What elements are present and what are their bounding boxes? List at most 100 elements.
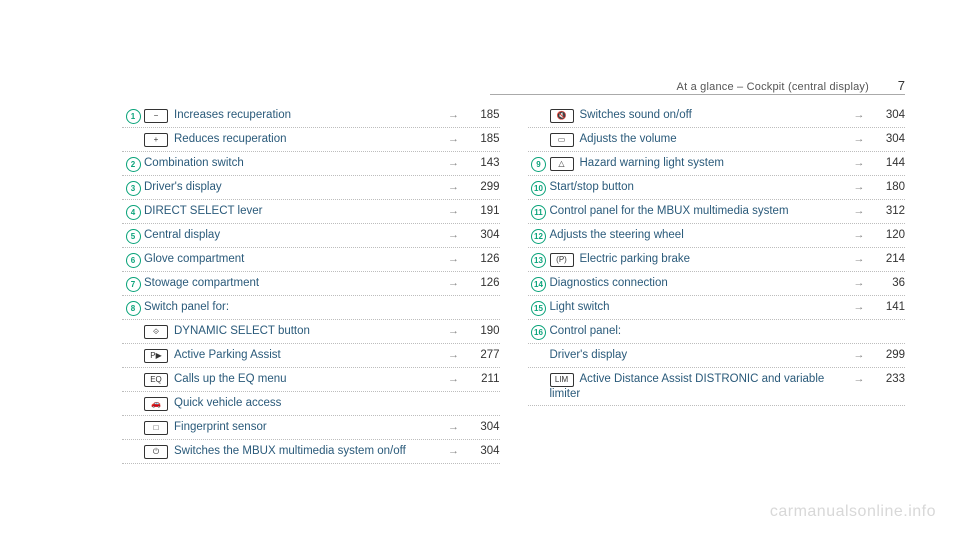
callout-number-badge: 3 (126, 181, 141, 196)
index-label: EQCalls up the EQ menu (144, 372, 444, 387)
header-rule (490, 94, 905, 95)
callout-number-cell (122, 324, 144, 325)
callout-number-cell: 8 (122, 300, 144, 316)
index-row: 10Start/stop button→180 (528, 176, 906, 200)
index-label-text: Diagnostics connection (550, 277, 668, 289)
page-link-arrow-icon: → (444, 324, 464, 339)
index-row: 13(P)Electric parking brake→214 (528, 248, 906, 272)
index-row: LIMActive Distance Assist DISTRONIC and … (528, 368, 906, 406)
index-row: +Reduces recuperation→185 (122, 128, 500, 152)
control-icon: LIM (550, 373, 574, 387)
callout-number-cell: 3 (122, 180, 144, 196)
callout-number-cell (122, 132, 144, 133)
callout-number-badge: 8 (126, 301, 141, 316)
index-label-text: Hazard warning light system (580, 157, 724, 169)
page-reference: 185 (464, 132, 500, 147)
page-reference: 312 (869, 204, 905, 219)
index-row: 3Driver's display→299 (122, 176, 500, 200)
index-label-text: Switch panel for: (144, 301, 229, 313)
index-label-text: Control panel for the MBUX multimedia sy… (550, 205, 789, 217)
control-icon-glyph: △ (550, 157, 574, 171)
page-link-arrow-icon: → (849, 372, 869, 387)
control-icon-glyph: □ (144, 421, 168, 435)
index-label: Glove compartment (144, 252, 444, 267)
index-row: EQCalls up the EQ menu→211 (122, 368, 500, 392)
index-label: ▭Adjusts the volume (550, 132, 850, 147)
index-label: 🚗Quick vehicle access (144, 396, 444, 411)
page-reference: 214 (869, 252, 905, 267)
index-label-text: Central display (144, 229, 220, 241)
index-row: Driver's display →299 (528, 344, 906, 368)
page-link-arrow-icon: → (849, 132, 869, 147)
section-title: At a glance – Cockpit (central display) (677, 81, 869, 93)
page-reference: 211 (464, 372, 500, 387)
index-label: □Fingerprint sensor (144, 420, 444, 435)
page-link-arrow-icon: → (444, 420, 464, 435)
page-link-arrow-icon: → (849, 348, 869, 363)
control-icon: ⟐ (144, 325, 168, 339)
callout-number-cell (122, 444, 144, 445)
callout-number-badge: 14 (531, 277, 546, 292)
index-row: 6Glove compartment→126 (122, 248, 500, 272)
callout-number-cell (528, 108, 550, 109)
control-icon-glyph: EQ (144, 373, 168, 387)
page-reference: 36 (869, 276, 905, 291)
callout-number-badge: 16 (531, 325, 546, 340)
index-label: Control panel for the MBUX multimedia sy… (550, 204, 850, 219)
callout-number-cell (122, 420, 144, 421)
callout-number-cell: 2 (122, 156, 144, 172)
column-left: 1−Increases recuperation→185+Reduces rec… (122, 104, 500, 464)
index-label: ⏻Switches the MBUX multimedia system on/… (144, 444, 444, 459)
index-label: LIMActive Distance Assist DISTRONIC and … (550, 372, 850, 402)
index-row: 9△Hazard warning light system→144 (528, 152, 906, 176)
control-icon: 🔇 (550, 109, 574, 123)
index-label-text: Combination switch (144, 157, 244, 169)
index-label: (P)Electric parking brake (550, 252, 850, 267)
index-row: 🔇Switches sound on/off→304 (528, 104, 906, 128)
page-reference: 304 (464, 420, 500, 435)
index-label-text: Driver's display (550, 349, 628, 361)
callout-number-cell (122, 396, 144, 397)
index-row: ⟐DYNAMIC SELECT button→190 (122, 320, 500, 344)
callout-number-badge: 7 (126, 277, 141, 292)
callout-number-badge: 12 (531, 229, 546, 244)
callout-number-cell: 4 (122, 204, 144, 220)
page-reference: 299 (464, 180, 500, 195)
callout-number-badge: 10 (531, 181, 546, 196)
page-link-arrow-icon: → (444, 348, 464, 363)
control-icon-glyph: 🔇 (550, 109, 574, 123)
index-label-text: DYNAMIC SELECT button (174, 325, 310, 337)
callout-number-cell (528, 348, 550, 349)
page-link-arrow-icon: → (444, 372, 464, 387)
index-label: + Reduces recuperation (144, 132, 444, 147)
page-reference: 143 (464, 156, 500, 171)
page-reference: 191 (464, 204, 500, 219)
control-icon-glyph: LIM (550, 373, 574, 387)
index-label-text: Active Parking Assist (174, 349, 281, 361)
index-label-text: Reduces recuperation (174, 133, 287, 145)
index-label: ⟐ DYNAMIC SELECT button (144, 324, 444, 339)
page-link-arrow-icon: → (444, 252, 464, 267)
index-label-text: Stowage compartment (144, 277, 259, 289)
control-icon-glyph: ⏻ (144, 445, 168, 459)
callout-number-cell: 12 (528, 228, 550, 244)
page-reference: 299 (869, 348, 905, 363)
page-reference: 126 (464, 252, 500, 267)
callout-number-badge: 5 (126, 229, 141, 244)
control-icon-glyph: ⟐ (144, 325, 168, 339)
index-row: 12Adjusts the steering wheel→120 (528, 224, 906, 248)
index-label: Stowage compartment (144, 276, 444, 291)
page-reference: 126 (464, 276, 500, 291)
page-number: 7 (887, 78, 905, 93)
page-reference: 141 (869, 300, 905, 315)
callout-number-badge: 4 (126, 205, 141, 220)
index-label-text: Quick vehicle access (174, 397, 281, 409)
index-label: Diagnostics connection (550, 276, 850, 291)
index-row: 7Stowage compartment→126 (122, 272, 500, 296)
callout-number-cell: 15 (528, 300, 550, 316)
control-icon-glyph: + (144, 133, 168, 147)
callout-number-cell: 7 (122, 276, 144, 292)
page-reference: 304 (464, 444, 500, 459)
page-reference: 304 (869, 108, 905, 123)
index-label-text: Start/stop button (550, 181, 634, 193)
